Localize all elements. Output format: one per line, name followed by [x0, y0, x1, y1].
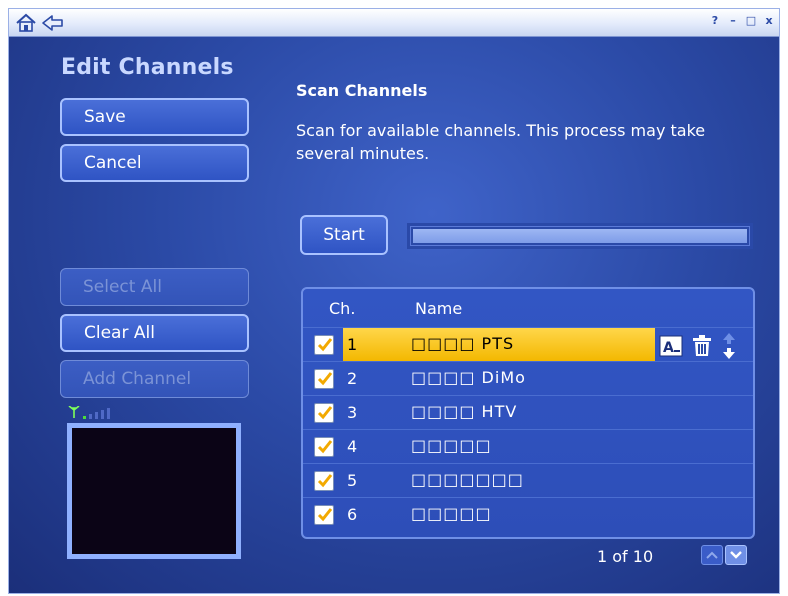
scan-section-title: Scan Channels — [296, 81, 428, 100]
channel-number: 4 — [347, 437, 358, 456]
help-icon[interactable]: ? — [709, 15, 721, 27]
select-all-button[interactable]: Select All — [60, 268, 249, 306]
channel-name: □□□□ PTS — [411, 334, 515, 353]
cancel-button[interactable]: Cancel — [60, 144, 249, 182]
channel-name: □□□□□□□ — [411, 470, 524, 489]
home-icon[interactable] — [15, 13, 37, 37]
table-row[interactable]: 1 □□□□ PTS A — [303, 327, 753, 361]
scan-progress-bar — [407, 223, 753, 249]
minimize-icon[interactable]: – — [727, 15, 739, 27]
move-up-down-icon[interactable] — [721, 332, 737, 364]
back-arrow-icon[interactable] — [41, 13, 65, 37]
channel-name: □□□□ DiMo — [411, 368, 526, 387]
signal-strength-icon — [67, 405, 131, 424]
close-icon[interactable]: x — [763, 15, 775, 27]
checkbox[interactable] — [314, 335, 334, 355]
maximize-icon[interactable]: □ — [745, 15, 757, 27]
trash-icon[interactable] — [691, 335, 713, 361]
page-down-icon[interactable] — [725, 545, 747, 565]
channel-number: 3 — [347, 403, 358, 422]
channel-list: Ch. Name 1 □□□□ PTS A 2 □□□□ DiMo 3 □□□□… — [301, 287, 755, 539]
start-scan-button[interactable]: Start — [300, 215, 388, 255]
column-header-channel: Ch. — [329, 299, 356, 318]
page-title: Edit Channels — [61, 55, 234, 80]
add-channel-button[interactable]: Add Channel — [60, 360, 249, 398]
row-actions: A — [659, 332, 737, 364]
clear-all-button[interactable]: Clear All — [60, 314, 249, 352]
tv-preview-window — [67, 423, 241, 559]
checkbox[interactable] — [314, 505, 334, 525]
channel-number: 2 — [347, 369, 358, 388]
page-up-icon[interactable] — [701, 545, 723, 565]
channel-name: □□□□□ — [411, 436, 492, 455]
progress-track — [413, 229, 747, 243]
checkbox[interactable] — [314, 437, 334, 457]
svg-text:A: A — [663, 340, 674, 356]
channel-name: □□□□□ — [411, 504, 492, 523]
scan-description: Scan for available channels. This proces… — [296, 121, 706, 163]
page-indicator: 1 of 10 — [597, 547, 654, 566]
checkbox[interactable] — [314, 471, 334, 491]
channel-number: 1 — [347, 335, 358, 354]
table-row[interactable]: 4 □□□□□ — [303, 429, 753, 463]
rename-icon[interactable]: A — [659, 335, 683, 361]
save-button[interactable]: Save — [60, 98, 249, 136]
table-row[interactable]: 2 □□□□ DiMo — [303, 361, 753, 395]
channel-number: 6 — [347, 505, 358, 524]
title-bar: ? – □ x — [9, 9, 779, 37]
table-row[interactable]: 3 □□□□ HTV — [303, 395, 753, 429]
channel-number: 5 — [347, 471, 358, 490]
pager — [701, 545, 747, 565]
table-row[interactable]: 5 □□□□□□□ — [303, 463, 753, 497]
checkbox[interactable] — [314, 403, 334, 423]
table-row[interactable]: 6 □□□□□ — [303, 497, 753, 531]
channel-name: □□□□ HTV — [411, 402, 518, 421]
media-center-window: ? – □ x Edit Channels Save Cancel Select… — [8, 8, 780, 594]
column-header-name: Name — [415, 299, 463, 318]
list-header: Ch. Name — [303, 299, 753, 321]
window-controls: ? – □ x — [709, 15, 775, 27]
checkbox[interactable] — [314, 369, 334, 389]
